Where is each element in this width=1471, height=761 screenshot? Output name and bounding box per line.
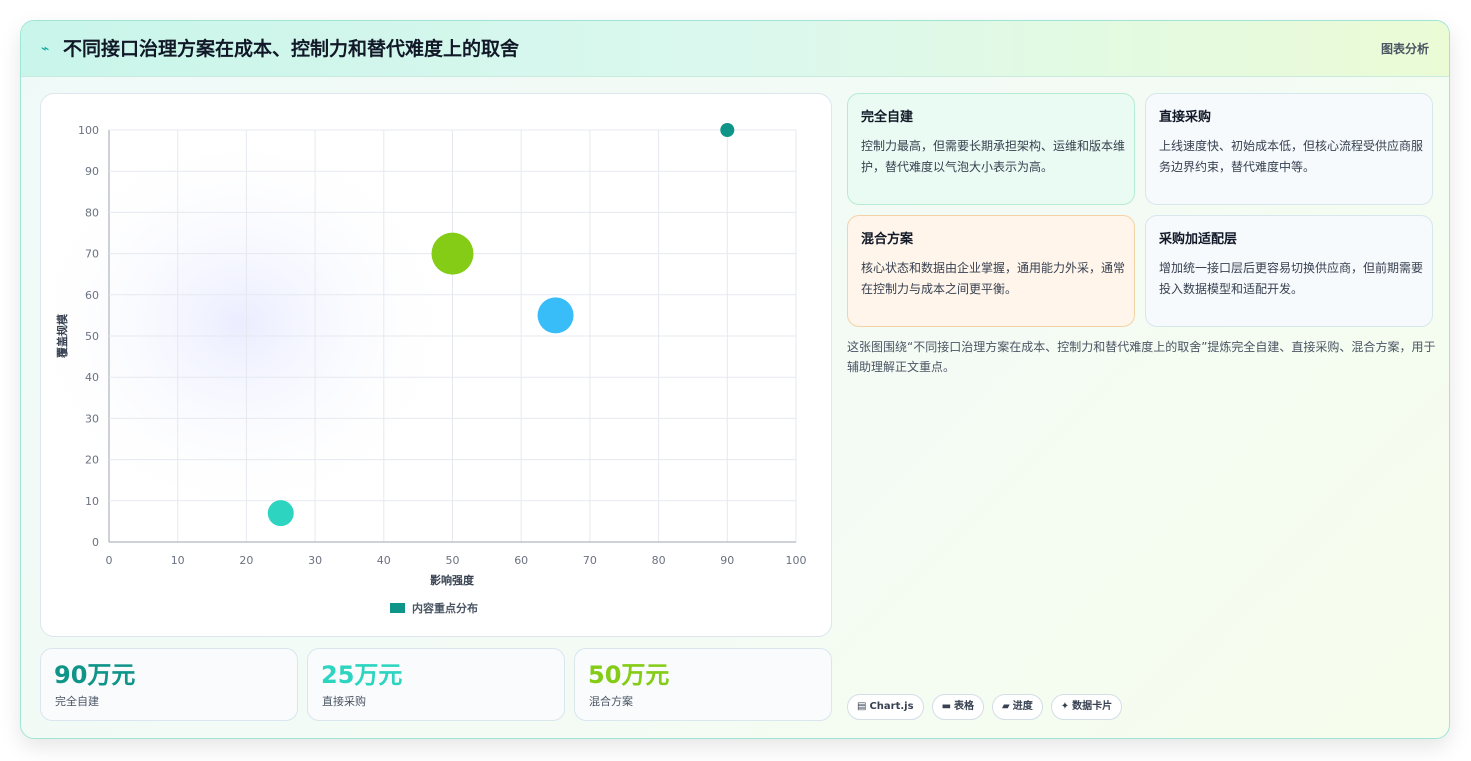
stat-card-hybrid: 50万元 混合方案	[574, 648, 832, 721]
x-tick-label: 60	[514, 554, 528, 567]
header-tag: 图表分析	[1380, 42, 1429, 56]
info-card-text: 核心状态和数据由企业掌握，通用能力外采，通常在控制力与成本之间更平衡。	[861, 261, 1126, 296]
info-card-hybrid: 混合方案 核心状态和数据由企业掌握，通用能力外采，通常在控制力与成本之间更平衡。	[847, 215, 1135, 327]
tag-label: Chart.js	[869, 701, 914, 712]
progress-icon: ▰	[1002, 701, 1010, 712]
bubble-point	[431, 232, 474, 275]
x-tick-label: 40	[377, 554, 391, 567]
stat-label: 完全自建	[55, 695, 99, 708]
info-card-title: 完全自建	[861, 110, 914, 125]
table-icon: ▬	[941, 701, 952, 712]
y-tick-label: 30	[85, 412, 99, 425]
y-tick-label: 70	[85, 248, 99, 261]
y-tick-label: 100	[78, 124, 99, 137]
main-card: ⌁ 不同接口治理方案在成本、控制力和替代难度上的取舍 图表分析 0 10 20 30 4…	[20, 20, 1450, 739]
x-tick-label: 20	[239, 554, 253, 567]
stat-value: 50万元	[588, 661, 670, 689]
x-tick-label: 70	[583, 554, 597, 567]
x-tick-label: 50	[446, 554, 460, 567]
feature-tags: ▤ Chart.js ▬ 表格 ▰ 进度 ✦ 数据卡片	[847, 694, 1130, 720]
tag-data-card[interactable]: ✦ 数据卡片	[1050, 694, 1123, 720]
stat-card-self-build: 90万元 完全自建	[40, 648, 298, 721]
info-card-text: 上线速度快、初始成本低，但核心流程受供应商服务边界约束，替代难度中等。	[1159, 139, 1424, 174]
tag-progress[interactable]: ▰ 进度	[992, 694, 1043, 720]
y-tick-label: 20	[85, 454, 99, 467]
x-tick-label: 100	[786, 554, 807, 567]
info-card-text: 控制力最高，但需要长期承担架构、运维和版本维护，替代难度以气泡大小表示为高。	[861, 139, 1126, 174]
bubble-point	[267, 500, 294, 527]
stat-label: 混合方案	[589, 695, 633, 708]
y-tick-label: 60	[85, 289, 99, 302]
legend-label[interactable]: 内容重点分布	[412, 601, 478, 615]
tag-chartjs[interactable]: ▤ Chart.js	[847, 694, 924, 720]
x-tick-label: 0	[106, 554, 113, 567]
sparkle-icon: ✦	[1060, 701, 1070, 712]
bubble-point	[720, 123, 735, 137]
tag-label: 数据卡片	[1072, 701, 1113, 712]
y-axis-label: 覆盖规模	[55, 313, 69, 358]
chart-svg: 0 10 20 30 40 50 60 70 80 90 100 0 10 20 30 40 50 60 70 80 9…	[41, 123, 807, 615]
stat-value: 25万元	[321, 661, 403, 689]
legend-swatch[interactable]	[390, 603, 405, 613]
info-card-title: 混合方案	[861, 232, 914, 247]
tag-label: 进度	[1012, 701, 1033, 712]
info-card-title: 采购加适配层	[1159, 232, 1238, 247]
stat-value: 90万元	[54, 661, 136, 689]
info-card-title: 直接采购	[1159, 110, 1212, 125]
x-axis-label: 影响强度	[430, 573, 475, 587]
x-tick-label: 10	[171, 554, 185, 567]
x-tick-label: 90	[720, 554, 734, 567]
tag-label: 表格	[954, 701, 975, 712]
chart-glow	[41, 124, 461, 524]
y-tick-label: 0	[92, 536, 99, 549]
info-card-text: 增加统一接口层后更容易切换供应商，但前期需要投入数据模型和适配开发。	[1159, 261, 1424, 296]
stat-card-purchase: 25万元 直接采购	[307, 648, 565, 721]
info-card-purchase: 直接采购 上线速度快、初始成本低，但核心流程受供应商服务边界约束，替代难度中等。	[1145, 93, 1433, 205]
info-card-self-build: 完全自建 控制力最高，但需要长期承担架构、运维和版本维护，替代难度以气泡大小表示…	[847, 93, 1135, 205]
y-tick-label: 50	[85, 330, 99, 343]
y-tick-label: 90	[85, 165, 99, 178]
info-card-adapter: 采购加适配层 增加统一接口层后更容易切换供应商，但前期需要投入数据模型和适配开发…	[1145, 215, 1433, 327]
y-tick-label: 80	[85, 206, 99, 219]
x-tick-label: 80	[652, 554, 666, 567]
bubble-chart: 0 10 20 30 40 50 60 70 80 90 100 0 10 20 30 40 50 60 70 80 9…	[40, 93, 832, 637]
y-tick-label: 10	[85, 495, 99, 508]
y-tick-label: 40	[85, 371, 99, 384]
lightning-icon: ⌁	[41, 41, 50, 57]
x-tick-label: 30	[308, 554, 322, 567]
page-title: 不同接口治理方案在成本、控制力和替代难度上的取舍	[63, 38, 520, 60]
chart-description: 这张图围绕“不同接口治理方案在成本、控制力和替代难度上的取舍”提炼完全自建、直接…	[847, 340, 1436, 374]
chart-icon: ▤	[857, 701, 867, 712]
stat-label: 直接采购	[322, 695, 366, 708]
card-header: ⌁ 不同接口治理方案在成本、控制力和替代难度上的取舍 图表分析	[21, 21, 1449, 77]
tag-table[interactable]: ▬ 表格	[931, 694, 985, 720]
bubble-point	[537, 297, 574, 334]
